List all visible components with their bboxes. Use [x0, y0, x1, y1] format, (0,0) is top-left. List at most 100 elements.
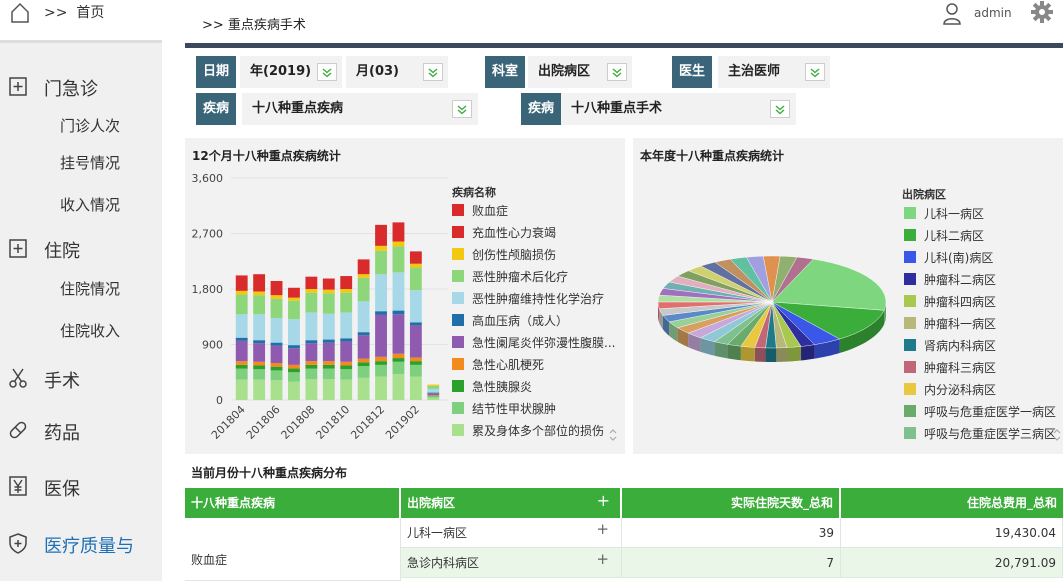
- nav-outpatient-visits[interactable]: 门诊人次: [60, 115, 120, 136]
- bar-segment[interactable]: [253, 274, 266, 292]
- nav-outpatient-income[interactable]: 收入情况: [60, 194, 120, 215]
- bar-segment[interactable]: [270, 342, 283, 346]
- bar-segment[interactable]: [235, 294, 248, 315]
- plus-icon[interactable]: +: [597, 486, 610, 516]
- bar-segment[interactable]: [235, 337, 248, 341]
- chevron-down-icon[interactable]: [452, 100, 472, 118]
- bar-segment[interactable]: [340, 276, 353, 289]
- bar-segment[interactable]: [270, 380, 283, 400]
- bar-segment[interactable]: [357, 259, 370, 275]
- bar-segment[interactable]: [322, 368, 335, 380]
- bar-segment[interactable]: [357, 274, 370, 278]
- bar-segment[interactable]: [235, 379, 248, 400]
- bar-segment[interactable]: [288, 287, 300, 298]
- filter-year-select[interactable]: 年(2019): [240, 56, 342, 88]
- home-link[interactable]: >> 首页: [0, 0, 175, 32]
- bar-segment[interactable]: [305, 379, 318, 400]
- bar-segment[interactable]: [357, 277, 370, 302]
- bar-segment[interactable]: [322, 278, 335, 290]
- bar-segment[interactable]: [288, 368, 300, 373]
- bar-segment[interactable]: [270, 298, 283, 318]
- bar-segment[interactable]: [322, 313, 335, 340]
- bar-segment[interactable]: [392, 358, 405, 362]
- nav-quality[interactable]: 医疗质量与: [0, 524, 162, 564]
- bar-segment[interactable]: [427, 395, 440, 397]
- nav-outpatient[interactable]: 门急诊: [0, 67, 162, 107]
- plus-icon[interactable]: +: [596, 514, 609, 544]
- bar-segment[interactable]: [392, 314, 405, 354]
- bar-segment[interactable]: [340, 379, 353, 400]
- bar-segment[interactable]: [357, 358, 370, 363]
- bar-segment[interactable]: [392, 353, 405, 359]
- bar-segment[interactable]: [375, 311, 387, 315]
- bar-segment[interactable]: [340, 341, 353, 362]
- bar-segment[interactable]: [409, 322, 422, 326]
- bar-segment[interactable]: [375, 274, 387, 312]
- bar-segment[interactable]: [270, 280, 283, 296]
- bar-segment[interactable]: [288, 364, 300, 369]
- bar-segment[interactable]: [322, 342, 335, 362]
- bar-segment[interactable]: [322, 361, 335, 365]
- bar-segment[interactable]: [305, 276, 318, 289]
- bar-segment[interactable]: [253, 361, 266, 366]
- bar-segment[interactable]: [427, 393, 440, 396]
- bar-segment[interactable]: [253, 314, 266, 341]
- bar-segment[interactable]: [270, 366, 283, 371]
- table-row[interactable]: 急诊内科病区 +: [401, 548, 622, 578]
- nav-insurance[interactable]: 医保: [0, 467, 162, 507]
- bar-segment[interactable]: [288, 319, 300, 346]
- bar-segment[interactable]: [375, 356, 387, 362]
- bar-segment[interactable]: [375, 361, 387, 365]
- bar-segment[interactable]: [305, 292, 318, 313]
- bar-segment[interactable]: [253, 340, 266, 344]
- bar-segment[interactable]: [392, 374, 405, 400]
- bar-segment[interactable]: [305, 361, 318, 365]
- bar-segment[interactable]: [427, 388, 440, 393]
- bar-segment[interactable]: [235, 361, 248, 365]
- bar-segment[interactable]: [235, 368, 248, 380]
- bar-segment[interactable]: [392, 361, 405, 375]
- filter-dept-select[interactable]: 出院病区: [528, 56, 632, 88]
- bar-segment[interactable]: [253, 369, 266, 380]
- bar-segment[interactable]: [409, 267, 422, 291]
- bar-segment[interactable]: [288, 300, 300, 320]
- chevron-down-icon[interactable]: [770, 100, 790, 118]
- filter-month-select[interactable]: 月(03): [346, 56, 448, 88]
- bar-segment[interactable]: [340, 338, 353, 342]
- bar-segment[interactable]: [340, 289, 353, 293]
- bar-segment[interactable]: [270, 370, 283, 381]
- chevron-down-icon[interactable]: [423, 63, 443, 81]
- col-header-dept[interactable]: 出院病区 +: [401, 488, 620, 518]
- col-header-cost[interactable]: 住院总费用_总和: [841, 488, 1063, 518]
- bar-segment[interactable]: [322, 293, 335, 314]
- scroll-arrows-icon[interactable]: [1052, 428, 1062, 442]
- bar-segment[interactable]: [375, 376, 387, 400]
- bar-segment[interactable]: [235, 314, 248, 338]
- bar-segment[interactable]: [357, 335, 370, 359]
- nav-drugs[interactable]: 药品: [0, 411, 162, 451]
- bar-segment[interactable]: [392, 246, 405, 273]
- nav-inpatient-status[interactable]: 住院情况: [60, 278, 120, 299]
- bar-segment[interactable]: [305, 368, 318, 380]
- bar-segment[interactable]: [357, 332, 370, 336]
- bar-segment[interactable]: [375, 250, 387, 275]
- nav-registration[interactable]: 挂号情况: [60, 152, 120, 173]
- bar-segment[interactable]: [270, 363, 283, 367]
- bar-segment[interactable]: [270, 345, 283, 363]
- bar-segment[interactable]: [409, 357, 422, 362]
- bar-segment[interactable]: [409, 290, 422, 323]
- bar-segment[interactable]: [322, 364, 335, 369]
- bar-segment[interactable]: [427, 384, 440, 386]
- bar-segment[interactable]: [288, 381, 300, 401]
- col-header-days[interactable]: 实际住院天数_总和: [622, 488, 839, 518]
- bar-segment[interactable]: [270, 317, 283, 343]
- bar-segment[interactable]: [409, 263, 422, 268]
- scroll-arrows-icon[interactable]: [608, 428, 618, 442]
- bar-segment[interactable]: [409, 325, 422, 358]
- bar-segment[interactable]: [340, 365, 353, 370]
- nav-inpatient-income[interactable]: 住院收入: [60, 320, 120, 341]
- gear-icon[interactable]: [1030, 0, 1054, 24]
- bar-segment[interactable]: [392, 241, 405, 247]
- col-header-disease[interactable]: 十八种重点疾病: [185, 488, 399, 518]
- table-row[interactable]: 儿科一病区 +: [401, 518, 622, 548]
